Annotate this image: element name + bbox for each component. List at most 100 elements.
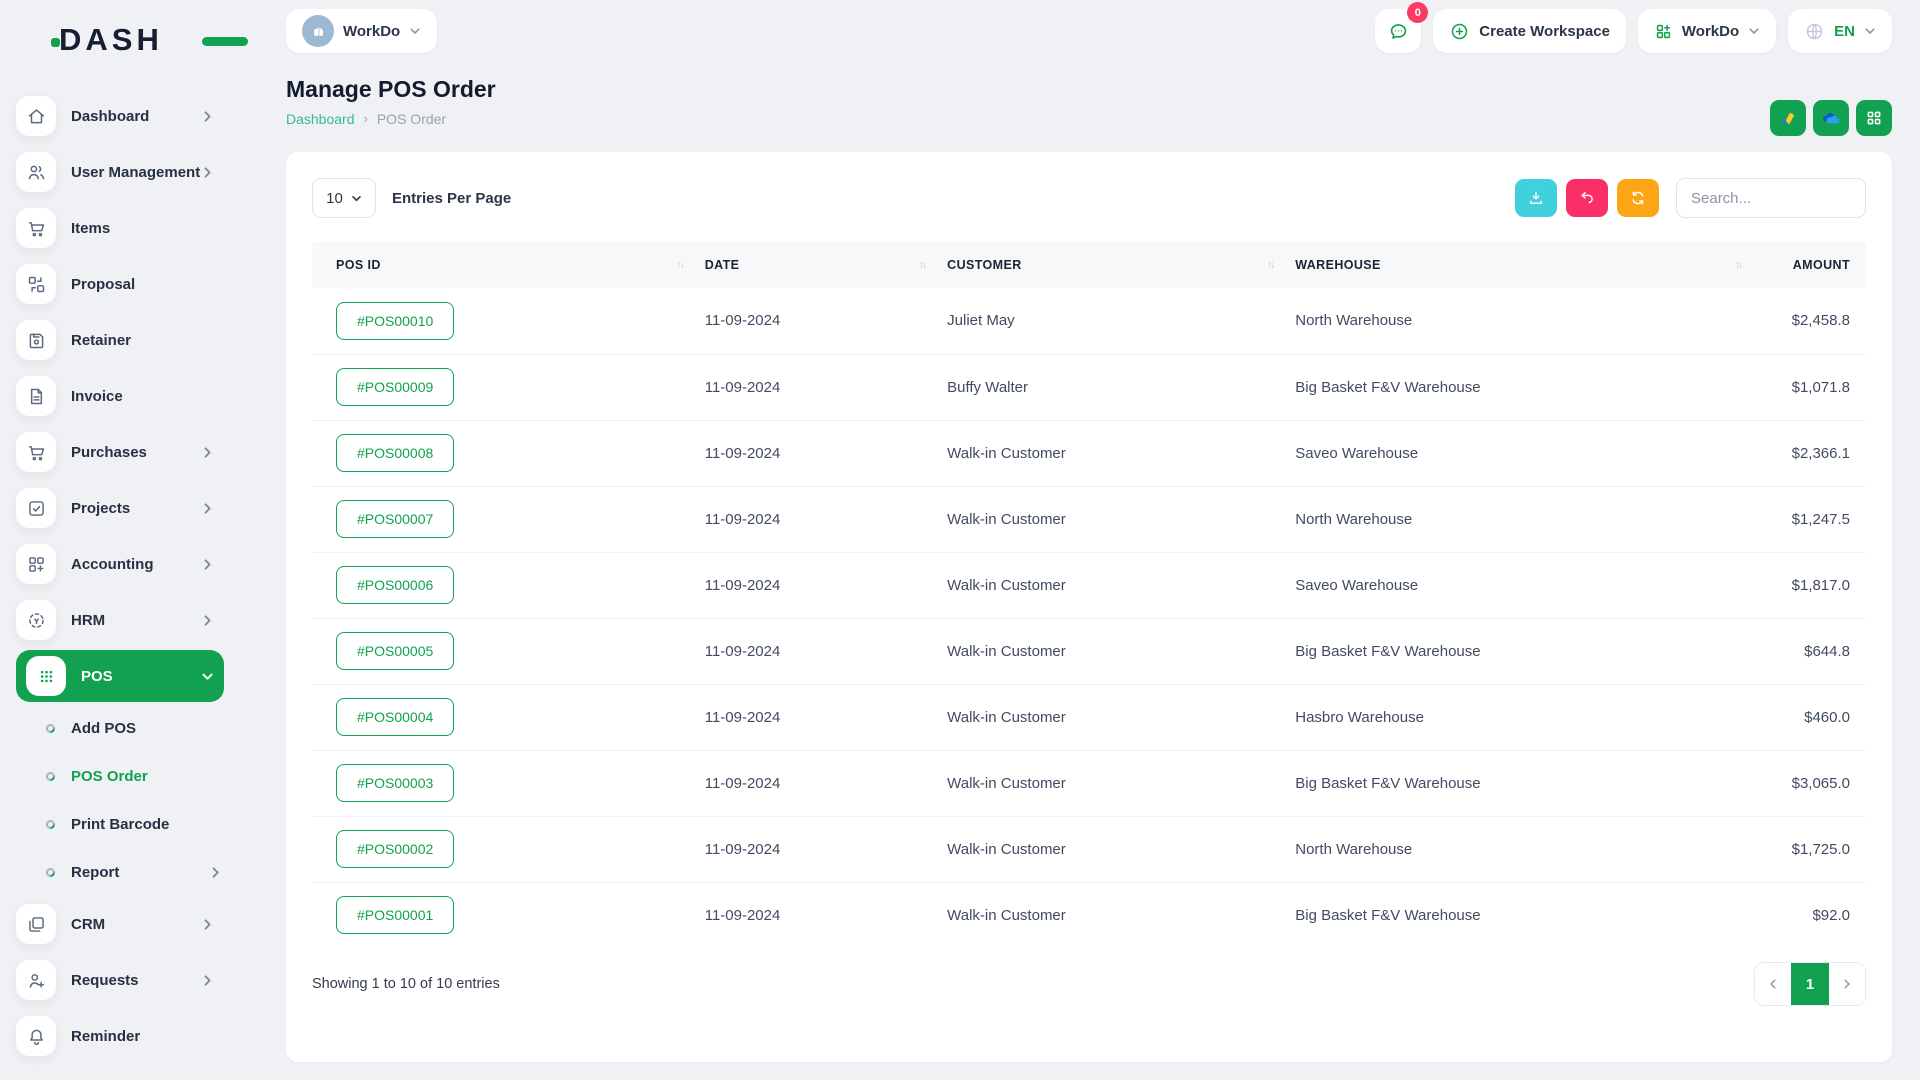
pagination-next-button[interactable] [1829, 963, 1865, 1005]
pos-id-badge[interactable]: #POS00008 [336, 434, 454, 472]
sort-icon: ↑↓ [919, 259, 926, 271]
pos-id-badge[interactable]: #POS00005 [336, 632, 454, 670]
chevron-right-icon [201, 110, 214, 123]
submenu-item-print-barcode[interactable]: Print Barcode [16, 800, 224, 848]
pos-orders-table: POS ID↑↓ DATE↑↓ CUSTOMER↑↓ WAREHOUSE↑↓ A… [312, 242, 1866, 948]
date-cell: 11-09-2024 [693, 552, 935, 618]
chat-bubble-icon [1387, 20, 1410, 43]
pagination-prev-button[interactable] [1755, 963, 1791, 1005]
chevron-right-icon [209, 866, 222, 879]
sidebar-item-accounting[interactable]: Accounting [16, 536, 224, 592]
workdo-menu-button[interactable]: WorkDo [1638, 9, 1776, 53]
messages-button[interactable]: 0 [1375, 9, 1421, 53]
sidebar-item-invoice[interactable]: Invoice [16, 368, 224, 424]
warehouse-cell: Big Basket F&V Warehouse [1283, 354, 1751, 420]
submenu-item-add-pos[interactable]: Add POS [16, 704, 224, 752]
sidebar-item-projects[interactable]: Projects [16, 480, 224, 536]
pos-id-badge[interactable]: #POS00003 [336, 764, 454, 802]
pagination: 1 [1754, 962, 1866, 1006]
chevron-down-icon [409, 25, 421, 37]
chevron-right-icon [201, 918, 214, 931]
pagination-page-1[interactable]: 1 [1791, 963, 1829, 1005]
dots-grid-icon [26, 656, 66, 696]
save-icon [16, 320, 56, 360]
workdo-menu-label: WorkDo [1682, 23, 1739, 40]
user-plus-icon [16, 960, 56, 1000]
sidebar-item-reminder[interactable]: Reminder [16, 1008, 224, 1064]
date-cell: 11-09-2024 [693, 354, 935, 420]
sidebar-item-proposal[interactable]: Proposal [16, 256, 224, 312]
amount-cell: $2,458.8 [1751, 288, 1866, 354]
column-header-warehouse[interactable]: WAREHOUSE↑↓ [1283, 242, 1751, 288]
sidebar-item-label: Accounting [71, 556, 201, 573]
table-row: #POS00003 11-09-2024 Walk-in Customer Bi… [312, 750, 1866, 816]
onedrive-cloud-icon [1819, 106, 1843, 130]
submenu-item-pos-order[interactable]: POS Order [16, 752, 224, 800]
sidebar-item-purchases[interactable]: Purchases [16, 424, 224, 480]
table-row: #POS00007 11-09-2024 Walk-in Customer No… [312, 486, 1866, 552]
table-row: #POS00005 11-09-2024 Walk-in Customer Bi… [312, 618, 1866, 684]
pos-id-badge[interactable]: #POS00001 [336, 896, 454, 934]
pos-id-badge[interactable]: #POS00006 [336, 566, 454, 604]
home-icon [16, 96, 56, 136]
amount-cell: $460.0 [1751, 684, 1866, 750]
undo-back-button[interactable] [1566, 179, 1608, 217]
workspace-switcher[interactable]: WorkDo [286, 9, 437, 53]
entries-per-page-label: Entries Per Page [392, 190, 511, 207]
apps-grid-button[interactable] [1856, 100, 1892, 136]
download-icon [1527, 189, 1545, 207]
sidebar-item-pos[interactable]: POS [16, 650, 224, 702]
refresh-button[interactable] [1617, 179, 1659, 217]
cart-icon [16, 432, 56, 472]
create-workspace-button[interactable]: Create Workspace [1433, 9, 1626, 53]
table-toolbar: 10 Entries Per Page [312, 178, 1866, 218]
date-cell: 11-09-2024 [693, 750, 935, 816]
onedrive-integration-button[interactable] [1813, 100, 1849, 136]
column-header-customer[interactable]: CUSTOMER↑↓ [935, 242, 1283, 288]
pos-id-badge[interactable]: #POS00007 [336, 500, 454, 538]
pos-submenu-wrap: Add POS POS Order Print Barcode Report [16, 704, 224, 896]
column-header-pos-id[interactable]: POS ID↑↓ [312, 242, 693, 288]
chevron-down-icon [351, 193, 362, 204]
amount-cell: $3,065.0 [1751, 750, 1866, 816]
breadcrumb-separator: › [364, 111, 368, 126]
adsense-integration-button[interactable] [1770, 100, 1806, 136]
search-input[interactable] [1676, 178, 1866, 218]
integration-buttons [1770, 100, 1892, 136]
table-header: POS ID↑↓ DATE↑↓ CUSTOMER↑↓ WAREHOUSE↑↓ A… [312, 242, 1866, 288]
check-square-icon [16, 488, 56, 528]
breadcrumb-dashboard-link[interactable]: Dashboard [286, 111, 355, 127]
customer-cell: Juliet May [935, 288, 1283, 354]
sidebar-item-user-management[interactable]: User Management [16, 144, 224, 200]
sidebar-item-items[interactable]: Items [16, 200, 224, 256]
column-header-date[interactable]: DATE↑↓ [693, 242, 935, 288]
brand-logo[interactable]: DASH [54, 18, 224, 62]
sidebar-item-requests[interactable]: Requests [16, 952, 224, 1008]
workspace-avatar [302, 15, 334, 47]
adsense-icon [1777, 107, 1799, 129]
sidebar-item-retainer[interactable]: Retainer [16, 312, 224, 368]
export-download-button[interactable] [1515, 179, 1557, 217]
topbar: WorkDo 0 Create Workspace WorkDo [233, 8, 1892, 54]
entries-per-page-select[interactable]: 10 [312, 178, 376, 218]
pos-id-badge[interactable]: #POS00002 [336, 830, 454, 868]
bullet-icon [44, 818, 57, 831]
chevron-right-icon [201, 502, 214, 515]
sidebar-item-label: POS [81, 668, 201, 685]
column-header-amount[interactable]: AMOUNT [1751, 242, 1866, 288]
pos-id-badge[interactable]: #POS00009 [336, 368, 454, 406]
pos-id-badge[interactable]: #POS00004 [336, 698, 454, 736]
amount-cell: $1,071.8 [1751, 354, 1866, 420]
submenu-item-report[interactable]: Report [16, 848, 224, 896]
sidebar-item-dashboard[interactable]: Dashboard [16, 88, 224, 144]
page-head: Manage POS Order Dashboard › POS Order [286, 76, 1892, 136]
sidebar-item-crm[interactable]: CRM [16, 896, 224, 952]
apps-grid-icon [1865, 109, 1883, 127]
sidebar-item-label: Proposal [71, 276, 214, 293]
customer-cell: Walk-in Customer [935, 750, 1283, 816]
sidebar-item-hrm[interactable]: HRM [16, 592, 224, 648]
pos-id-badge[interactable]: #POS00010 [336, 302, 454, 340]
language-selector[interactable]: EN [1788, 9, 1892, 53]
customer-cell: Walk-in Customer [935, 684, 1283, 750]
pos-submenu: Add POS POS Order Print Barcode Report [16, 704, 224, 896]
